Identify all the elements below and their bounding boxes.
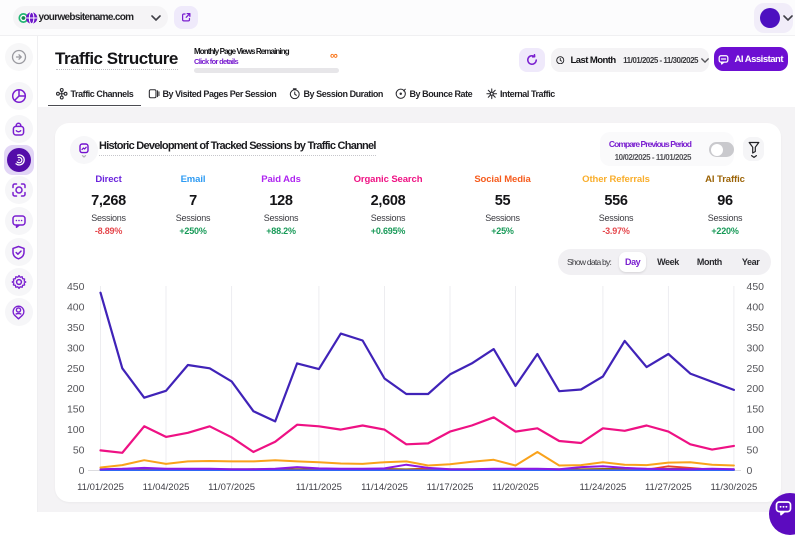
svg-text:150: 150 — [747, 404, 765, 416]
svg-text:100: 100 — [67, 424, 85, 436]
svg-text:11/17/2025: 11/17/2025 — [427, 482, 474, 493]
svg-text:0: 0 — [747, 465, 753, 477]
svg-text:150: 150 — [67, 404, 85, 416]
svg-text:11/04/2025: 11/04/2025 — [143, 482, 190, 493]
svg-text:300: 300 — [67, 342, 85, 354]
svg-text:50: 50 — [747, 445, 759, 457]
svg-text:400: 400 — [747, 302, 765, 314]
svg-text:250: 250 — [747, 363, 765, 375]
svg-text:350: 350 — [67, 322, 85, 334]
svg-text:250: 250 — [67, 363, 85, 375]
svg-text:200: 200 — [67, 383, 85, 395]
svg-text:200: 200 — [747, 383, 765, 395]
svg-text:11/07/2025: 11/07/2025 — [208, 482, 255, 493]
svg-text:0: 0 — [79, 465, 85, 477]
svg-text:350: 350 — [747, 322, 765, 334]
svg-text:300: 300 — [747, 342, 765, 354]
svg-text:11/01/2025: 11/01/2025 — [77, 482, 124, 493]
svg-text:450: 450 — [67, 281, 85, 293]
svg-text:100: 100 — [747, 424, 765, 436]
svg-text:11/20/2025: 11/20/2025 — [492, 482, 539, 493]
svg-text:450: 450 — [747, 281, 765, 293]
svg-text:11/30/2025: 11/30/2025 — [710, 482, 757, 493]
svg-text:11/24/2025: 11/24/2025 — [579, 482, 626, 493]
svg-text:400: 400 — [67, 302, 85, 314]
svg-text:11/27/2025: 11/27/2025 — [645, 482, 692, 493]
svg-text:11/11/2025: 11/11/2025 — [296, 482, 342, 493]
svg-text:11/14/2025: 11/14/2025 — [361, 482, 408, 493]
svg-text:50: 50 — [73, 445, 85, 457]
